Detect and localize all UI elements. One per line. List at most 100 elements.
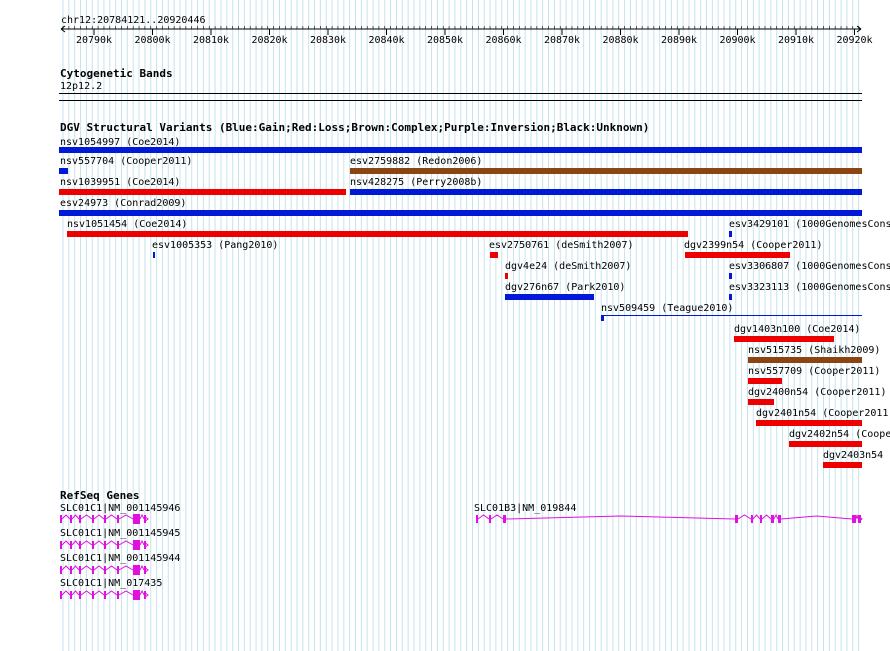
dgv-feature-label[interactable]: nsv557704 (Cooper2011) <box>60 156 192 167</box>
dgv-feature-bar[interactable] <box>490 252 498 258</box>
refseq-gene-model[interactable] <box>0 585 890 605</box>
dgv-feature-label[interactable]: dgv4e24 (deSmith2007) <box>505 261 631 272</box>
cytoband-line-bottom <box>59 100 862 101</box>
refseq-intron <box>477 513 859 520</box>
refseq-exon <box>79 541 81 549</box>
ruler-tick-label: 20910k <box>777 35 815 46</box>
refseq-intron <box>61 539 145 546</box>
refseq-exon <box>117 591 119 599</box>
dgv-feature-bar[interactable] <box>153 252 155 258</box>
dgv-feature-bar[interactable] <box>729 231 732 237</box>
dgv-feature-bar[interactable] <box>350 168 862 174</box>
dgv-track-title[interactable]: DGV Structural Variants (Blue:Gain;Red:L… <box>60 122 649 134</box>
refseq-exon <box>79 591 81 599</box>
refseq-intron <box>61 589 145 596</box>
dgv-feature-bar[interactable] <box>823 462 862 468</box>
refseq-exon <box>60 566 62 574</box>
ruler-tick-label: 20870k <box>543 35 581 46</box>
refseq-exon <box>79 566 81 574</box>
dgv-feature-label[interactable]: nsv557709 (Cooper2011) <box>748 366 880 377</box>
dgv-feature-label[interactable]: esv2750761 (deSmith2007) <box>489 240 634 251</box>
dgv-feature-bar[interactable] <box>756 420 862 426</box>
ruler-tick-label: 20920k <box>836 35 873 46</box>
dgv-feature-bar[interactable] <box>734 336 834 342</box>
dgv-feature-bar[interactable] <box>505 273 508 279</box>
ruler-tick-label: 20880k <box>602 35 639 46</box>
dgv-feature-bar[interactable] <box>59 210 862 216</box>
dgv-feature-label[interactable]: nsv1039951 (Coe2014) <box>60 177 180 188</box>
refseq-gene-model[interactable] <box>0 509 890 529</box>
refseq-exon <box>476 515 478 523</box>
refseq-exon <box>104 541 106 549</box>
dgv-feature-bar[interactable] <box>59 168 68 174</box>
refseq-gene-model[interactable] <box>0 535 890 555</box>
dgv-feature-bar[interactable] <box>67 231 688 237</box>
dgv-feature-label[interactable]: nsv428275 (Perry2008b) <box>350 177 482 188</box>
ruler-tick-label: 20890k <box>660 35 698 46</box>
refseq-exon <box>92 591 94 599</box>
refseq-exon <box>778 515 781 523</box>
dgv-feature-bar[interactable] <box>59 147 862 153</box>
refseq-exon <box>117 566 119 574</box>
refseq-exon <box>60 541 62 549</box>
refseq-exon <box>117 541 119 549</box>
refseq-exon <box>735 515 738 523</box>
refseq-track-title[interactable]: RefSeq Genes <box>60 490 139 502</box>
refseq-exon <box>771 515 774 523</box>
dgv-feature-label[interactable]: esv3323113 (1000GenomesCons <box>729 282 890 293</box>
refseq-exon <box>133 590 140 600</box>
dgv-feature-label[interactable]: dgv1403n100 (Coe2014) <box>734 324 860 335</box>
dgv-feature-bar[interactable] <box>729 294 732 300</box>
dgv-feature-label[interactable]: dgv276n67 (Park2010) <box>505 282 625 293</box>
dgv-feature-bar[interactable] <box>748 378 782 384</box>
ruler-tick-label: 20830k <box>309 35 347 46</box>
dgv-feature-label[interactable]: dgv2402n54 (Coope <box>789 429 890 440</box>
dgv-feature-label[interactable]: nsv515735 (Shaikh2009) <box>748 345 880 356</box>
ruler-tick-label: 20860k <box>485 35 522 46</box>
dgv-feature-label[interactable]: nsv509459 (Teague2010) <box>601 303 733 314</box>
dgv-feature-bar[interactable] <box>685 252 790 258</box>
refseq-exon <box>133 540 140 550</box>
dgv-feature-label[interactable]: dgv2400n54 (Cooper2011) <box>748 387 886 398</box>
refseq-exon <box>60 591 62 599</box>
dgv-feature-label[interactable]: dgv2401n54 (Cooper2011) <box>756 408 890 419</box>
refseq-exon <box>104 566 106 574</box>
refseq-exon <box>92 541 94 549</box>
dgv-feature-label[interactable]: esv24973 (Conrad2009) <box>60 198 186 209</box>
refseq-exon <box>104 591 106 599</box>
ruler-tick-label: 20820k <box>251 35 288 46</box>
ruler-tick-label: 20900k <box>719 35 756 46</box>
refseq-exon <box>92 566 94 574</box>
cytoband-label: 12p12.2 <box>60 81 103 92</box>
cytoband-track-title[interactable]: Cytogenetic Bands <box>60 68 173 80</box>
dgv-feature-bar[interactable] <box>729 273 732 279</box>
ruler-tick-label: 20790k <box>75 35 113 46</box>
refseq-exon <box>70 566 72 574</box>
dgv-feature-label[interactable]: nsv1051454 (Coe2014) <box>67 219 187 230</box>
ruler-scale[interactable] <box>0 0 890 60</box>
ruler-tick-label: 20800k <box>134 35 171 46</box>
dgv-feature-label[interactable]: esv1005353 (Pang2010) <box>152 240 278 251</box>
dgv-feature-label[interactable]: esv2759882 (Redon2006) <box>350 156 482 167</box>
dgv-feature-connector <box>601 315 862 316</box>
refseq-exon <box>751 515 753 523</box>
ruler-tick-label: 20850k <box>426 35 464 46</box>
refseq-exon <box>852 515 856 523</box>
refseq-exon <box>760 515 762 523</box>
dgv-feature-bar[interactable] <box>59 189 346 195</box>
dgv-feature-bar[interactable] <box>350 189 862 195</box>
refseq-exon <box>133 565 140 575</box>
ruler-tick-label: 20840k <box>368 35 405 46</box>
dgv-feature-label[interactable]: dgv2403n54 <box>823 450 883 461</box>
refseq-exon <box>70 541 72 549</box>
dgv-feature-bar[interactable] <box>748 399 774 405</box>
dgv-feature-label[interactable]: esv3429101 (1000GenomesCons <box>729 219 890 230</box>
refseq-exon <box>70 591 72 599</box>
refseq-gene-model[interactable] <box>0 560 890 580</box>
dgv-feature-bar[interactable] <box>505 294 594 300</box>
dgv-feature-label[interactable]: dgv2399n54 (Cooper2011) <box>684 240 822 251</box>
dgv-feature-label[interactable]: esv3306807 (1000GenomesCons <box>729 261 890 272</box>
refseq-exon <box>503 515 506 523</box>
dgv-feature-bar[interactable] <box>789 441 862 447</box>
dgv-feature-bar[interactable] <box>748 357 862 363</box>
